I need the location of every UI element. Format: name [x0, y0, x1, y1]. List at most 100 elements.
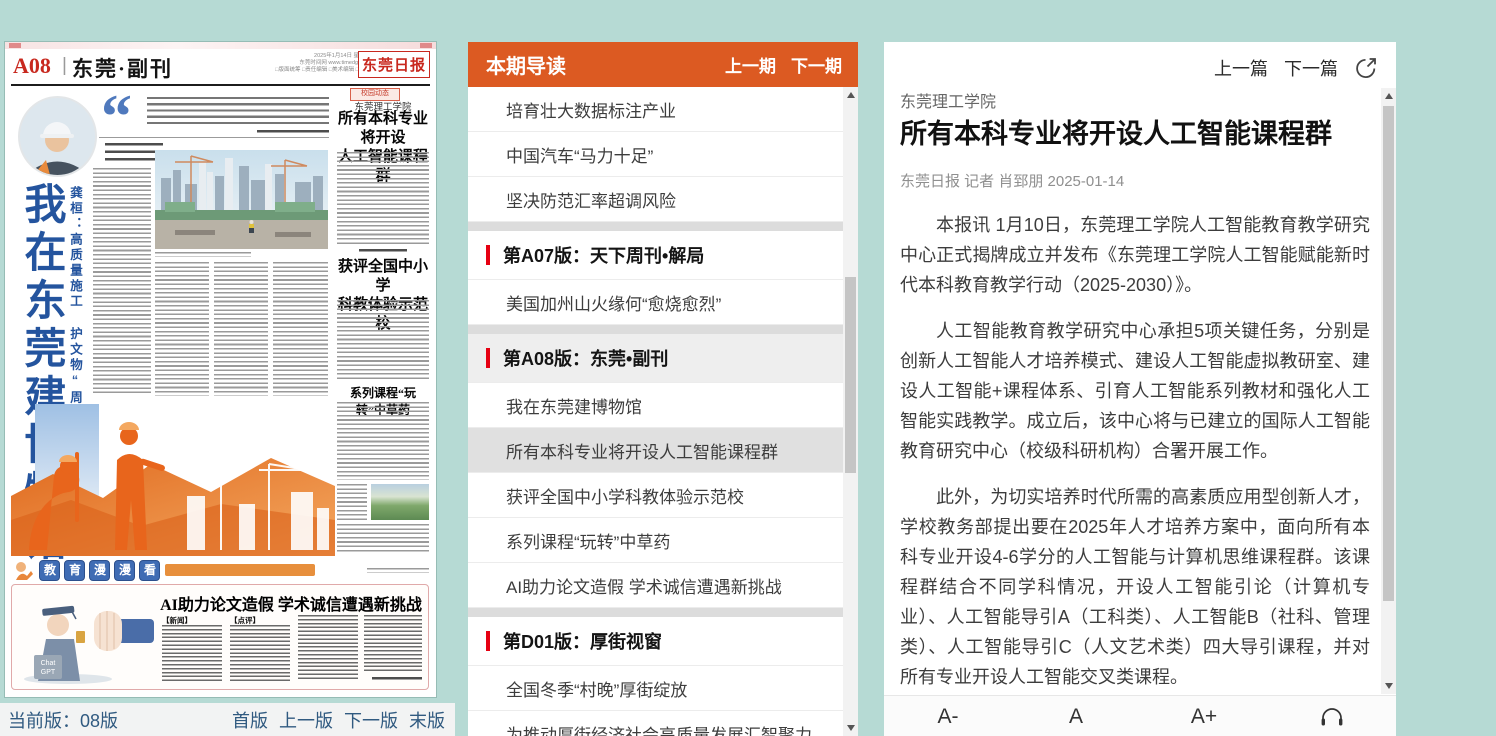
- toc-section-header[interactable]: 第A08版：东莞•副刊: [468, 334, 843, 383]
- cartoon-article[interactable]: AI助力论文造假 学术诚信遭遇新挑战 Chat GPT 【新闻】 【点评】: [11, 584, 429, 690]
- label: 坚决防范汇率超调风险: [506, 187, 676, 212]
- toc-scrollbar[interactable]: [843, 87, 858, 736]
- share-icon[interactable]: [1354, 56, 1378, 80]
- simulated-text-block: [337, 484, 367, 520]
- toc-item[interactable]: 坚决防范汇率超调风险: [468, 177, 843, 222]
- photo-caption: [155, 252, 251, 257]
- simulated-text-block: [273, 262, 328, 396]
- label: 第D01版：厚街视窗: [503, 628, 662, 654]
- staff-line: □版面统筹 □责任编辑 □美术编辑 □校对: [275, 67, 370, 74]
- toc-gap: [468, 325, 843, 334]
- label: 培育壮大数据标注产业: [506, 97, 676, 122]
- last-page-link[interactable]: 末版: [409, 707, 445, 733]
- quote-icon: “: [101, 86, 132, 148]
- workers-illustration: [11, 400, 335, 556]
- scroll-down-icon[interactable]: [843, 720, 858, 736]
- font-smaller-button[interactable]: A-: [884, 696, 1012, 736]
- cartoon-illustration: Chat GPT: [18, 593, 154, 685]
- simulated-text-block: [364, 615, 422, 673]
- current-page-label: 当前版：08版: [8, 707, 118, 733]
- toc-item[interactable]: AI助力论文造假 学术诚信遭遇新挑战: [468, 563, 843, 608]
- simulated-text-block: [359, 249, 407, 254]
- toc-list: 培育壮大数据标注产业中国汽车“马力十足” 坚决防范汇率超调风险第A07版：天下周刊…: [468, 87, 843, 736]
- simulated-text-block: [93, 168, 151, 396]
- toc-item[interactable]: 为推动厚街经济社会高质量发展汇智聚力: [468, 711, 843, 736]
- toc-panel: 本期导读 上一期 下一期 培育壮大数据标注产业中国汽车“马力十足” 坚决防范汇率超…: [468, 42, 858, 736]
- prev-issue-link[interactable]: 上一期: [725, 52, 776, 77]
- newspaper-masthead: 东莞日报: [358, 51, 430, 78]
- font-default-button[interactable]: A: [1012, 696, 1140, 736]
- workers-illustration-svg: [11, 400, 335, 556]
- simulated-text-block: [337, 152, 429, 246]
- page-top-strip: [5, 42, 436, 49]
- badge-char: 教: [39, 560, 60, 581]
- article-paragraph: 此外，为切实培养时代所需的高素质应用型创新人才，学校教务部提出要在2025年人才…: [900, 482, 1370, 690]
- toc-title: 本期导读: [486, 50, 566, 79]
- date-line: 2025年1月14日 星期二: [275, 53, 370, 60]
- scroll-up-icon[interactable]: [843, 87, 858, 103]
- label: 第A08版：东莞•副刊: [503, 345, 668, 371]
- article-byline: 东莞日报 记者 肖郅朋 2025-01-14: [900, 170, 1124, 191]
- article-panel: 上一篇 下一篇 东莞理工学院 所有本科专业将开设人工智能课程群 东莞日报 记者 …: [884, 42, 1396, 736]
- field-photo: [371, 484, 429, 520]
- article-scrollbar-thumb[interactable]: [1383, 106, 1394, 601]
- simulated-text-block: [155, 262, 209, 396]
- label: 中国汽车“马力十足”: [506, 142, 653, 167]
- next-page-link[interactable]: 下一版: [344, 707, 398, 733]
- top-strip-mark: [9, 43, 21, 48]
- simulated-text-block: [337, 524, 429, 552]
- top-strip-mark: [420, 43, 432, 48]
- badge-underline-bar: [165, 564, 315, 576]
- toc-item[interactable]: 美国加州山火缘何“愈烧愈烈”: [468, 280, 843, 325]
- label: 获评全国中小学科教体验示范校: [506, 483, 744, 508]
- toc-item[interactable]: 我在东莞建博物馆: [468, 383, 843, 428]
- label: 为推动厚街经济社会高质量发展汇智聚力: [506, 721, 812, 736]
- illustrator-credit: [367, 568, 429, 573]
- badge-icon: [13, 560, 35, 580]
- toc-scrollbar-thumb[interactable]: [845, 277, 856, 473]
- scroll-up-icon[interactable]: [1381, 88, 1396, 104]
- toc-section-header[interactable]: 第A07版：天下周刊•解局: [468, 231, 843, 280]
- toc-gap: [468, 608, 843, 617]
- listen-button[interactable]: [1268, 696, 1396, 736]
- toc-section-header[interactable]: 第D01版：厚街视窗: [468, 617, 843, 666]
- red-bar: [486, 631, 490, 651]
- badge-title: 教育漫漫看: [39, 560, 164, 577]
- toc-header: 本期导读 上一期 下一期: [468, 42, 858, 87]
- simulated-text-block: [337, 300, 429, 380]
- toc-item[interactable]: 全国冬季“村晚”厚街绽放: [468, 666, 843, 711]
- next-issue-link[interactable]: 下一期: [791, 52, 842, 77]
- toc-item[interactable]: 获评全国中小学科教体验示范校: [468, 473, 843, 518]
- headphones-icon: [1319, 705, 1345, 728]
- paper-meta: 2025年1月14日 星期二 东莞时间网 www.timedg.com □版面统…: [275, 53, 370, 74]
- simulated-text-block: [230, 625, 290, 681]
- toc-item[interactable]: 系列课程“玩转”中草药: [468, 518, 843, 563]
- prev-article-link[interactable]: 上一篇: [1214, 55, 1268, 81]
- font-larger-button[interactable]: A+: [1140, 696, 1268, 736]
- prev-page-link[interactable]: 上一版: [279, 707, 333, 733]
- toc-item[interactable]: 中国汽车“马力十足”: [468, 132, 843, 177]
- badge-char: 育: [64, 560, 85, 581]
- reader-toolbar: A- A A+: [884, 695, 1396, 736]
- newspaper-page-preview[interactable]: A08 | 东莞·副刊 2025年1月14日 星期二 东莞时间网 www.tim…: [5, 42, 436, 697]
- construction-photo: [155, 150, 328, 249]
- simulated-text-block: [257, 130, 329, 134]
- article-kicker: 东莞理工学院: [900, 88, 996, 112]
- simulated-text-block: [147, 97, 329, 128]
- article-nav: 上一篇 下一篇: [1214, 55, 1378, 81]
- article-scrollbar[interactable]: [1381, 88, 1396, 694]
- next-article-link[interactable]: 下一篇: [1284, 55, 1338, 81]
- page-number-label: A08: [13, 53, 51, 79]
- first-page-link[interactable]: 首版: [232, 707, 268, 733]
- toc-item[interactable]: 培育壮大数据标注产业: [468, 87, 843, 132]
- cartoon-headline: AI助力论文造假 学术诚信遭遇新挑战: [158, 591, 424, 615]
- page-pager-bar: 当前版：08版 首版 上一版 下一版 末版: [0, 703, 455, 736]
- red-bar: [486, 245, 490, 265]
- red-bar: [486, 348, 490, 368]
- portrait-photo: [18, 96, 97, 177]
- scroll-down-icon[interactable]: [1381, 678, 1396, 694]
- toc-item[interactable]: 所有本科专业将开设人工智能课程群: [468, 428, 843, 473]
- svg-text:GPT: GPT: [41, 669, 56, 676]
- article-body: 本报讯 1月10日，东莞理工学院人工智能教育教学研究中心正式揭牌成立并发布《东莞…: [900, 210, 1370, 690]
- svg-text:Chat: Chat: [41, 660, 56, 667]
